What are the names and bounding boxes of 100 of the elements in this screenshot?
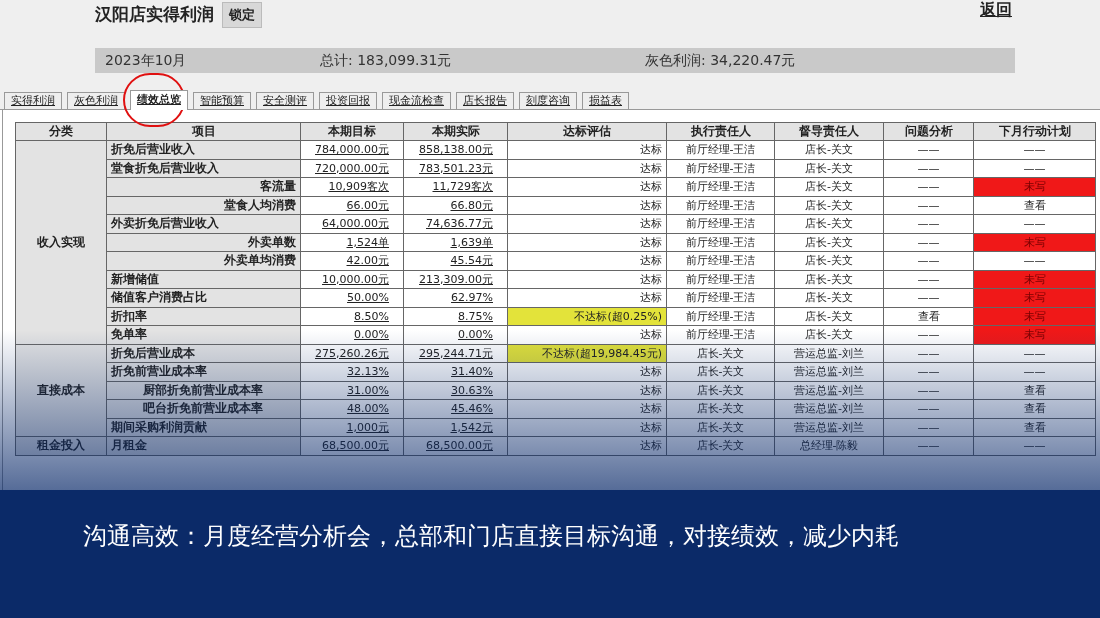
category-cell: 直接成本 (15, 344, 107, 437)
actual-link[interactable]: 74,636.77元 (403, 214, 508, 233)
target-link[interactable]: 275,260.26元 (300, 344, 404, 363)
target-link[interactable]: 10,909客次 (300, 177, 404, 196)
target-link[interactable]: 64,000.00元 (300, 214, 404, 233)
evaluation-cell: 达标 (507, 288, 667, 307)
tab[interactable]: 现金流检查 (382, 91, 451, 109)
actual-link[interactable]: 45.54元 (403, 251, 508, 270)
plan-cell: —— (973, 362, 1096, 381)
supervisor-cell: 店长-关文 (774, 214, 884, 233)
supervisor-cell: 店长-关文 (774, 177, 884, 196)
actual-link[interactable]: 66.80元 (403, 196, 508, 215)
actual-link[interactable]: 8.75% (403, 307, 508, 326)
column-header: 本期目标 (300, 122, 404, 141)
evaluation-cell: 达标 (507, 159, 667, 178)
analysis-cell: —— (883, 159, 974, 178)
plan-cell: —— (973, 251, 1096, 270)
analysis-cell: —— (883, 344, 974, 363)
plan-cell: —— (973, 140, 1096, 159)
executor-cell: 前厅经理-王洁 (666, 288, 775, 307)
analysis-cell: —— (883, 288, 974, 307)
tab[interactable]: 投资回报 (319, 91, 377, 109)
actual-link[interactable]: 11,729客次 (403, 177, 508, 196)
analysis-cell: —— (883, 214, 974, 233)
column-header: 问题分析 (883, 122, 974, 141)
target-link[interactable]: 0.00% (300, 325, 404, 344)
target-link[interactable]: 1,524单 (300, 233, 404, 252)
target-link[interactable]: 32.13% (300, 362, 404, 381)
target-link[interactable]: 720,000.00元 (300, 159, 404, 178)
lock-button[interactable]: 锁定 (222, 2, 262, 28)
actual-link[interactable]: 1,542元 (403, 418, 508, 437)
actual-link[interactable]: 0.00% (403, 325, 508, 344)
executor-cell: 前厅经理-王洁 (666, 251, 775, 270)
actual-link[interactable]: 858,138.00元 (403, 140, 508, 159)
tab[interactable]: 绩效总览 (130, 89, 188, 110)
plan-cell: 查看 (973, 196, 1096, 215)
supervisor-cell: 店长-关文 (774, 196, 884, 215)
actual-link[interactable]: 30.63% (403, 381, 508, 400)
supervisor-cell: 店长-关文 (774, 325, 884, 344)
evaluation-cell: 达标 (507, 381, 667, 400)
executor-cell: 店长-关文 (666, 399, 775, 418)
executor-cell: 前厅经理-王洁 (666, 307, 775, 326)
executor-cell: 店长-关文 (666, 362, 775, 381)
evaluation-cell: 达标 (507, 140, 667, 159)
target-link[interactable]: 1,000元 (300, 418, 404, 437)
analysis-cell: —— (883, 270, 974, 289)
target-link[interactable]: 68,500.00元 (300, 436, 404, 455)
executor-cell: 前厅经理-王洁 (666, 159, 775, 178)
analysis-cell: 查看 (883, 307, 974, 326)
analysis-cell: —— (883, 233, 974, 252)
tab[interactable]: 灰色利润 (67, 91, 125, 109)
target-link[interactable]: 50.00% (300, 288, 404, 307)
tab[interactable]: 实得利润 (4, 91, 62, 109)
category-cell: 收入实现 (15, 140, 107, 344)
actual-link[interactable]: 45.46% (403, 399, 508, 418)
profit-label: 灰色利润: 34,220.47元 (645, 50, 796, 70)
plan-cell: 查看 (973, 399, 1096, 418)
tab[interactable]: 智能预算 (193, 91, 251, 109)
actual-link[interactable]: 31.40% (403, 362, 508, 381)
month-label: 2023年10月 (104, 50, 188, 70)
target-link[interactable]: 42.00元 (300, 251, 404, 270)
supervisor-cell: 营运总监-刘兰 (774, 362, 884, 381)
analysis-cell: —— (883, 362, 974, 381)
tab[interactable]: 刻度咨询 (519, 91, 577, 109)
analysis-cell: —— (883, 251, 974, 270)
target-link[interactable]: 784,000.00元 (300, 140, 404, 159)
supervisor-cell: 总经理-陈毅 (774, 436, 884, 455)
target-link[interactable]: 66.00元 (300, 196, 404, 215)
supervisor-cell: 店长-关文 (774, 251, 884, 270)
target-link[interactable]: 10,000.00元 (300, 270, 404, 289)
actual-link[interactable]: 62.97% (403, 288, 508, 307)
column-header: 分类 (15, 122, 107, 141)
analysis-cell: —— (883, 399, 974, 418)
actual-link[interactable]: 295,244.71元 (403, 344, 508, 363)
tab[interactable]: 店长报告 (456, 91, 514, 109)
analysis-cell: —— (883, 177, 974, 196)
supervisor-cell: 营运总监-刘兰 (774, 399, 884, 418)
column-header: 项目 (106, 122, 301, 141)
actual-link[interactable]: 68,500.00元 (403, 436, 508, 455)
actual-link[interactable]: 1,639单 (403, 233, 508, 252)
evaluation-cell: 达标 (507, 251, 667, 270)
supervisor-cell: 店长-关文 (774, 140, 884, 159)
supervisor-cell: 店长-关文 (774, 159, 884, 178)
evaluation-cell: 达标 (507, 177, 667, 196)
tab[interactable]: 安全测评 (256, 91, 314, 109)
evaluation-cell: 达标 (507, 270, 667, 289)
executor-cell: 前厅经理-王洁 (666, 325, 775, 344)
analysis-cell: —— (883, 140, 974, 159)
target-link[interactable]: 31.00% (300, 381, 404, 400)
target-link[interactable]: 48.00% (300, 399, 404, 418)
executor-cell: 店长-关文 (666, 381, 775, 400)
total-label: 总计: 183,099.31元 (320, 50, 453, 70)
actual-link[interactable]: 783,501.23元 (403, 159, 508, 178)
back-link[interactable]: 返回 (980, 0, 1012, 22)
actual-link[interactable]: 213,309.00元 (403, 270, 508, 289)
target-link[interactable]: 8.50% (300, 307, 404, 326)
executor-cell: 前厅经理-王洁 (666, 177, 775, 196)
tab[interactable]: 损益表 (582, 91, 629, 109)
supervisor-cell: 营运总监-刘兰 (774, 381, 884, 400)
page-title: 汉阳店实得利润 (95, 3, 214, 26)
